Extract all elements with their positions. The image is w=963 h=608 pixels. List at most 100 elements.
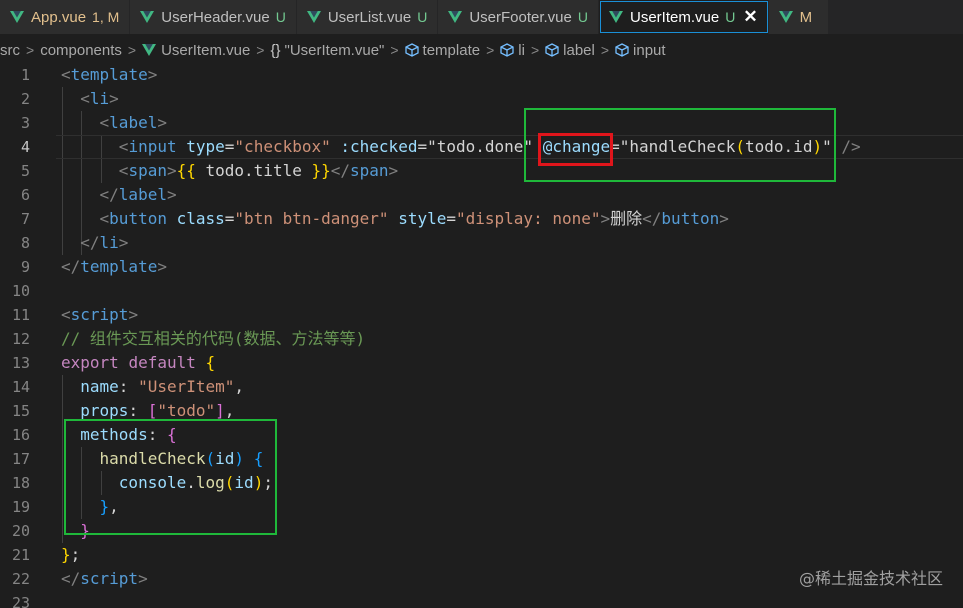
code-line[interactable]: 8 </li>: [0, 231, 963, 255]
code-line[interactable]: 3 <label>: [0, 111, 963, 135]
code-token: name: [80, 377, 119, 396]
code-token: @change: [542, 137, 611, 156]
code-token: =: [610, 137, 620, 156]
chevron-right-icon: >: [530, 42, 540, 58]
code-line[interactable]: 15 props: ["todo"],: [0, 399, 963, 423]
vue-icon: [140, 11, 155, 23]
cube-icon: [545, 43, 559, 57]
line-number: 4: [20, 138, 30, 156]
code-text: </label>: [61, 183, 177, 207]
code-line[interactable]: 5 <span>{{ todo.title }}</span>: [0, 159, 963, 183]
code-line[interactable]: 19 },: [0, 495, 963, 519]
code-token: span: [350, 161, 389, 180]
code-token: >: [157, 113, 167, 132]
code-line[interactable]: 23: [0, 591, 963, 608]
code-token: button: [661, 209, 720, 228]
line-number: 12: [11, 330, 30, 348]
code-token: type: [186, 137, 225, 156]
code-editor[interactable]: 1 <template> 2 <li> 3 <label> 4 <input type=…: [0, 63, 963, 608]
code-line[interactable]: 6 </label>: [0, 183, 963, 207]
code-line[interactable]: 20 }: [0, 519, 963, 543]
close-icon[interactable]: ✕: [743, 7, 757, 27]
code-token: <: [99, 209, 110, 228]
code-line[interactable]: 1 <template>: [0, 63, 963, 87]
code-line[interactable]: 18 console.log(id);: [0, 471, 963, 495]
code-line[interactable]: 9 </template>: [0, 255, 963, 279]
code-text: <li>: [61, 87, 119, 111]
code-token: >: [147, 65, 158, 84]
code-line[interactable]: 13 export default {: [0, 351, 963, 375]
code-line[interactable]: 21};: [0, 543, 963, 567]
code-token: </: [80, 233, 100, 252]
code-line[interactable]: 12 // 组件交互相关的代码(数据、方法等等): [0, 327, 963, 351]
code-line[interactable]: 14 name: "UserItem",: [0, 375, 963, 399]
code-line[interactable]: 17 handleCheck(id) {: [0, 447, 963, 471]
code-token: =: [417, 137, 428, 156]
chevron-right-icon: >: [256, 42, 265, 58]
code-text: </li>: [61, 231, 128, 255]
code-token: props: [80, 401, 129, 420]
code-token: export: [61, 353, 119, 372]
code-token: "checkbox": [234, 137, 331, 156]
code-line[interactable]: 11 <script>: [0, 303, 963, 327]
code-token: style: [398, 209, 447, 228]
code-line[interactable]: 7 <button class="btn btn-danger" style="…: [0, 207, 963, 231]
tab-userfooter-vue[interactable]: UserFooter.vue U: [438, 0, 599, 34]
line-number: 1: [20, 66, 30, 84]
line-number: 2: [20, 90, 30, 108]
code-line[interactable]: 2 <li>: [0, 87, 963, 111]
tab-label: UserFooter.vue: [469, 8, 572, 26]
code-token: id: [234, 473, 254, 492]
breadcrumb-label-label: label: [563, 41, 595, 59]
code-token: [: [147, 401, 158, 420]
vue-icon: [448, 11, 463, 23]
breadcrumb-li-label: li: [518, 41, 525, 59]
breadcrumb-file-label: UserItem.vue: [161, 41, 251, 59]
tab-useritem-vue[interactable]: UserItem.vue U ✕: [598, 0, 769, 34]
line-number: 16: [11, 426, 30, 444]
tab-label: UserList.vue: [327, 8, 412, 26]
breadcrumb-li[interactable]: li: [500, 42, 525, 59]
code-token: }: [99, 497, 110, 516]
tab-label: M: [799, 8, 813, 26]
code-token: button: [109, 209, 167, 228]
tab-userheader-vue[interactable]: UserHeader.vue U: [130, 0, 297, 34]
chevron-right-icon: >: [127, 42, 137, 58]
tab-userlist-vue[interactable]: UserList.vue U: [296, 0, 439, 34]
tab-app-vue[interactable]: App.vue 1, M: [0, 0, 131, 34]
tab-m[interactable]: M: [768, 0, 830, 34]
code-token: todo.title: [195, 161, 312, 180]
line-number: 18: [11, 474, 30, 492]
code-token: ,: [109, 497, 119, 516]
code-line[interactable]: 16 methods: {: [0, 423, 963, 447]
code-text: props: ["todo"],: [61, 399, 234, 423]
breadcrumb-components[interactable]: components: [40, 42, 122, 59]
breadcrumb-label[interactable]: label: [545, 42, 595, 59]
line-number: 17: [11, 450, 30, 468]
breadcrumb-template[interactable]: template: [404, 42, 480, 59]
breadcrumb-file[interactable]: UserItem.vue: [142, 42, 250, 59]
braces-icon: {}: [270, 41, 281, 59]
code-token: >: [157, 257, 167, 276]
code-token: "UserItem": [138, 377, 235, 396]
code-token: template: [70, 65, 148, 84]
code-text: <input type="checkbox" :checked="todo.do…: [61, 135, 861, 159]
code-token: todo.id: [745, 137, 813, 156]
code-line[interactable]: 10: [0, 279, 963, 303]
code-text: <label>: [61, 111, 167, 135]
breadcrumb-src[interactable]: src: [0, 42, 20, 59]
breadcrumb-object[interactable]: {} "UserItem.vue": [270, 42, 384, 59]
breadcrumb-input[interactable]: input: [615, 42, 666, 59]
editor-tab-bar: App.vue 1, M UserHeader.vue U UserList.vue U U…: [0, 0, 963, 34]
cube-icon: [404, 43, 419, 57]
code-line[interactable]: 4 <input type="checkbox" :checked="todo.…: [0, 135, 963, 159]
breadcrumb: src > components > UserItem.vue > {} "Us…: [0, 38, 666, 62]
code-token: {: [205, 353, 216, 372]
